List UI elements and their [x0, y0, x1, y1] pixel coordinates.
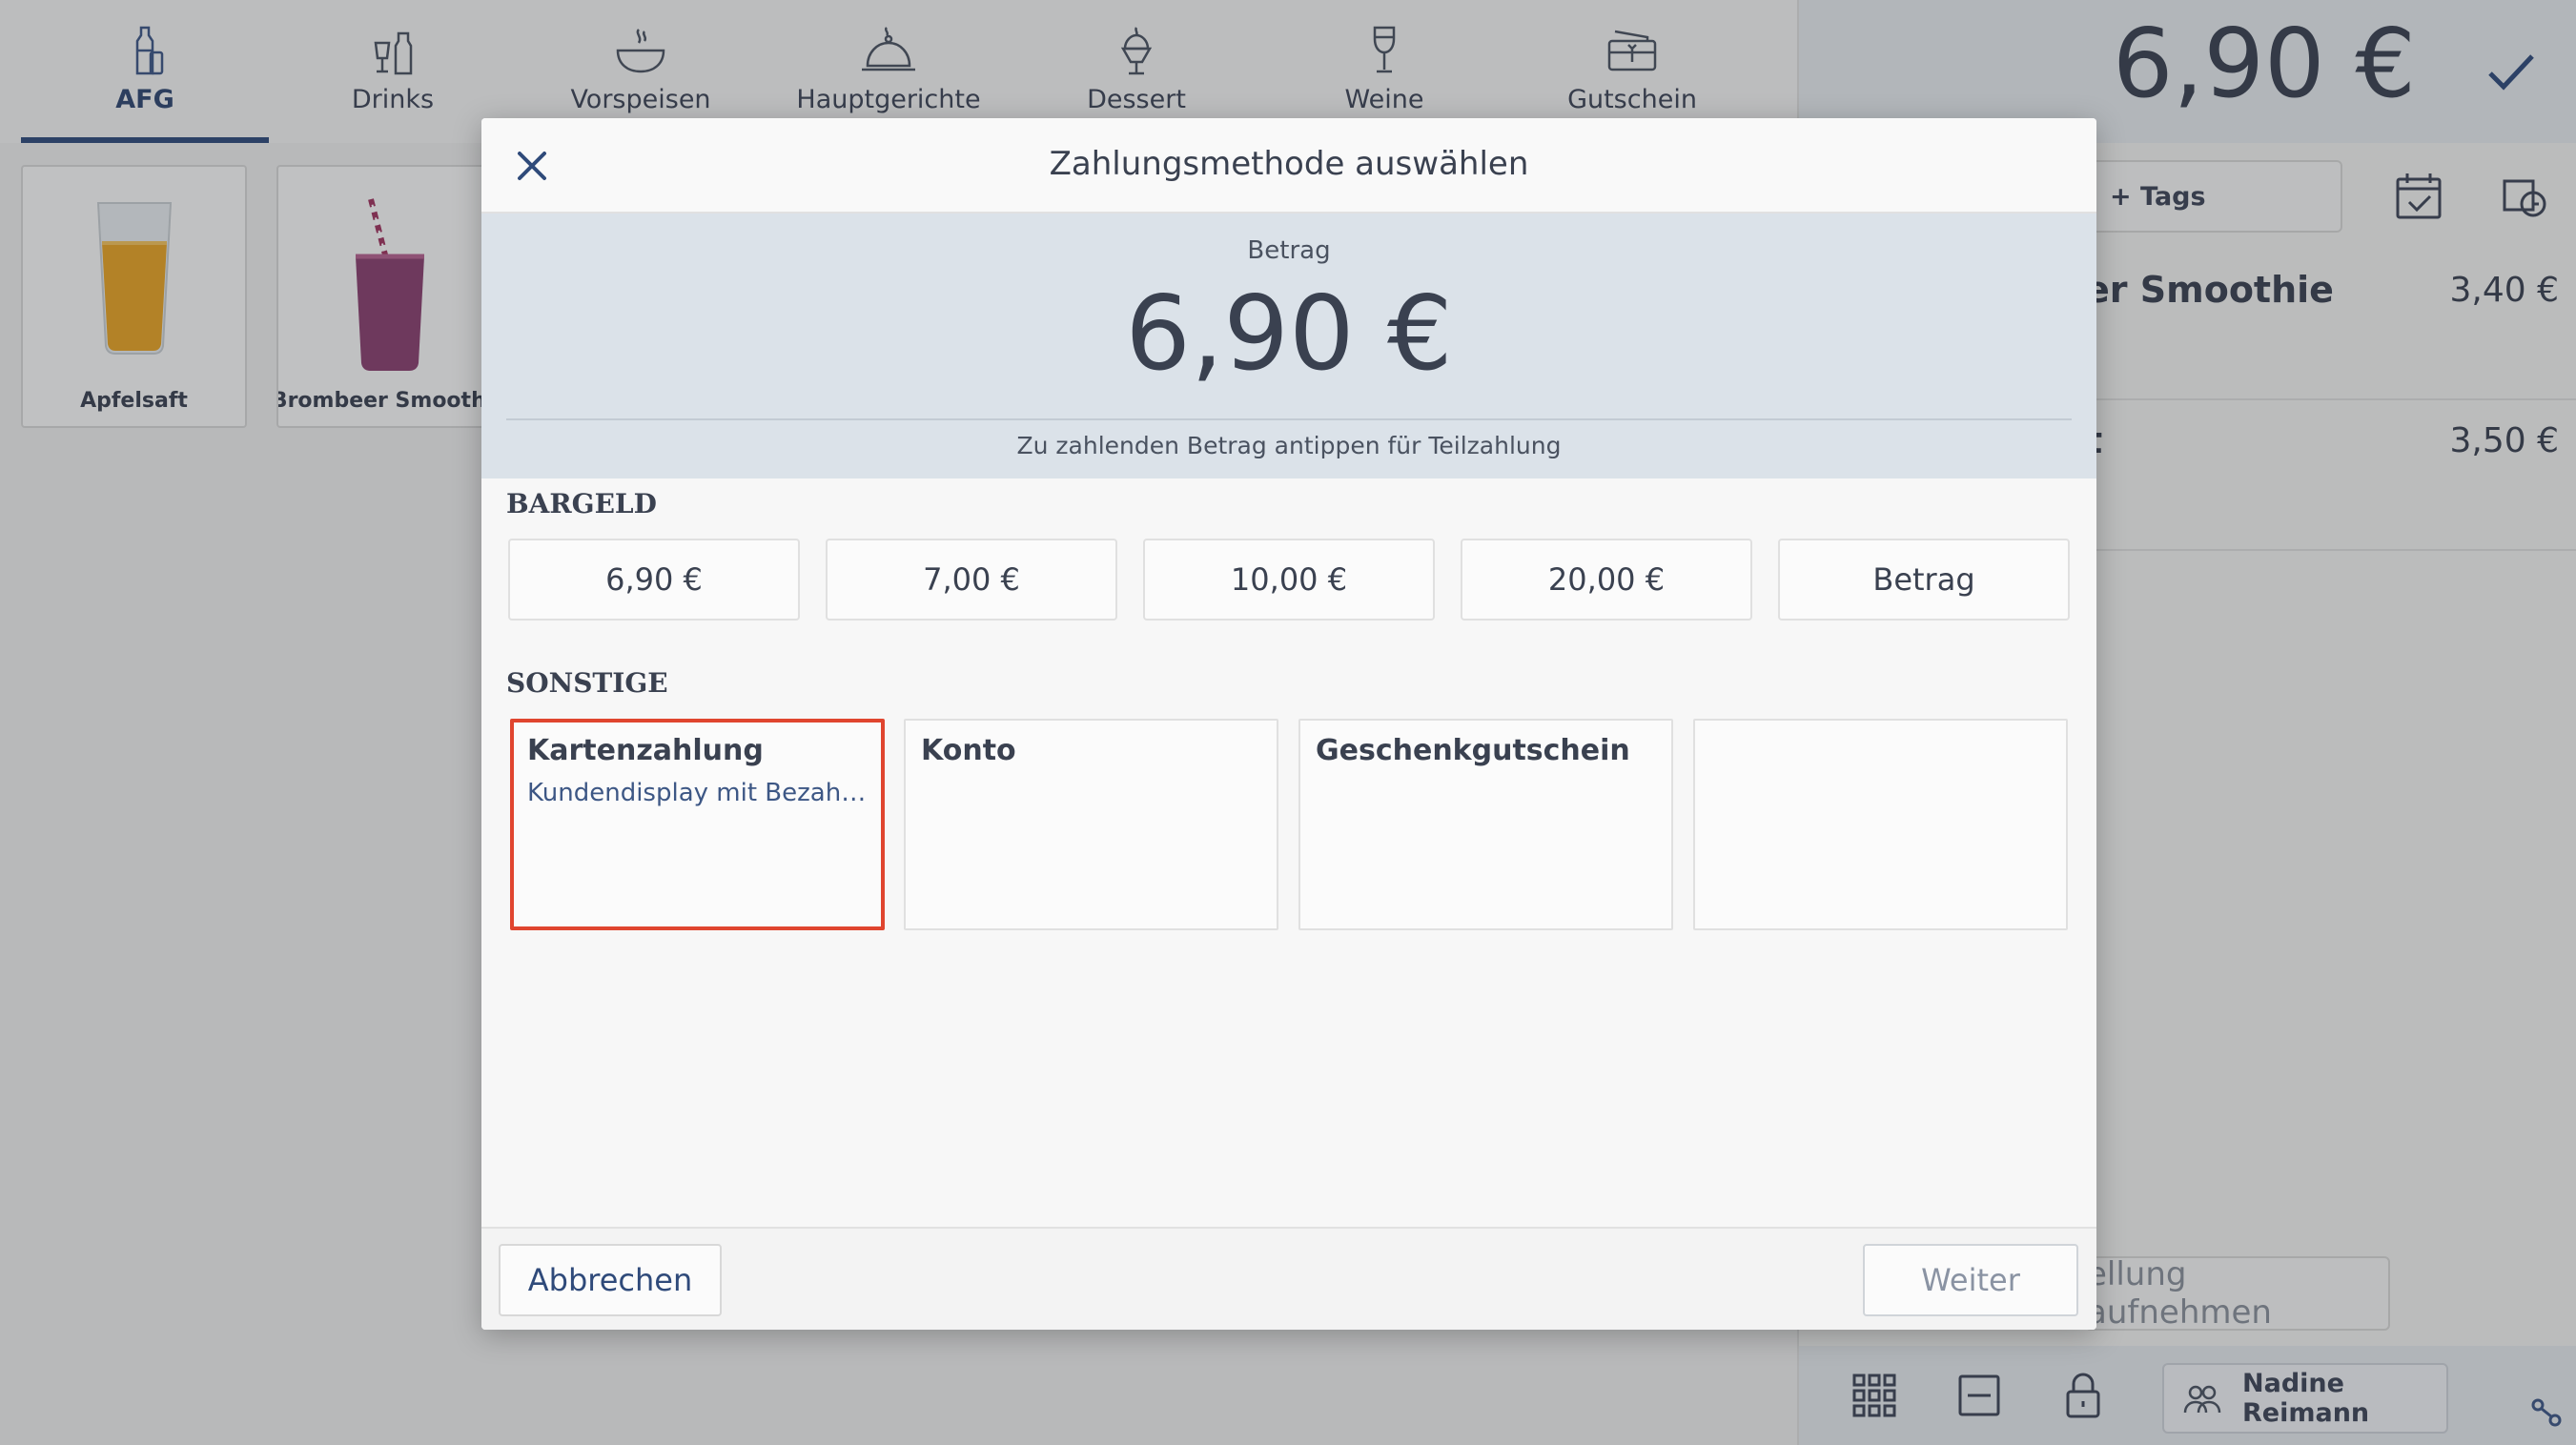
- cash-option-20[interactable]: 20,00 €: [1461, 539, 1752, 621]
- payment-option-empty: [1693, 719, 2068, 930]
- payment-option-card[interactable]: Kartenzahlung Kundendisplay mit Bezahlfu…: [510, 719, 885, 930]
- cancel-button[interactable]: Abbrechen: [499, 1244, 722, 1316]
- amount-value[interactable]: 6,90 €: [481, 275, 2096, 394]
- cash-option-exact[interactable]: 6,90 €: [508, 539, 800, 621]
- amount-divider: [506, 418, 2072, 420]
- payment-method-dialog: Zahlungsmethode auswählen Betrag 6,90 € …: [481, 118, 2096, 1330]
- payment-option-title: Konto: [921, 734, 1016, 767]
- dialog-header: Zahlungsmethode auswählen: [481, 118, 2096, 214]
- partial-payment-hint: Zu zahlenden Betrag antippen für Teilzah…: [1016, 432, 1562, 459]
- cash-option-custom-amount[interactable]: Betrag: [1778, 539, 2070, 621]
- amount-label: Betrag: [1247, 236, 1331, 265]
- amount-panel[interactable]: Betrag 6,90 € Zu zahlenden Betrag antipp…: [481, 214, 2096, 478]
- dialog-footer: Abbrechen Weiter: [481, 1227, 2096, 1330]
- payment-option-title: Kartenzahlung: [527, 734, 764, 767]
- payment-option-subtitle: Kundendisplay mit Bezahlfunktion: [527, 779, 868, 807]
- dialog-title: Zahlungsmethode auswählen: [1049, 145, 1529, 183]
- payment-option-account[interactable]: Konto: [904, 719, 1278, 930]
- payment-option-gift-voucher[interactable]: Geschenkgutschein: [1298, 719, 1673, 930]
- cash-section-title: BARGELD: [506, 488, 657, 519]
- payment-option-title: Geschenkgutschein: [1316, 734, 1630, 767]
- next-button[interactable]: Weiter: [1863, 1244, 2078, 1316]
- cash-option-10[interactable]: 10,00 €: [1143, 539, 1435, 621]
- other-section-title: SONSTIGE: [506, 667, 668, 699]
- cash-option-7[interactable]: 7,00 €: [826, 539, 1117, 621]
